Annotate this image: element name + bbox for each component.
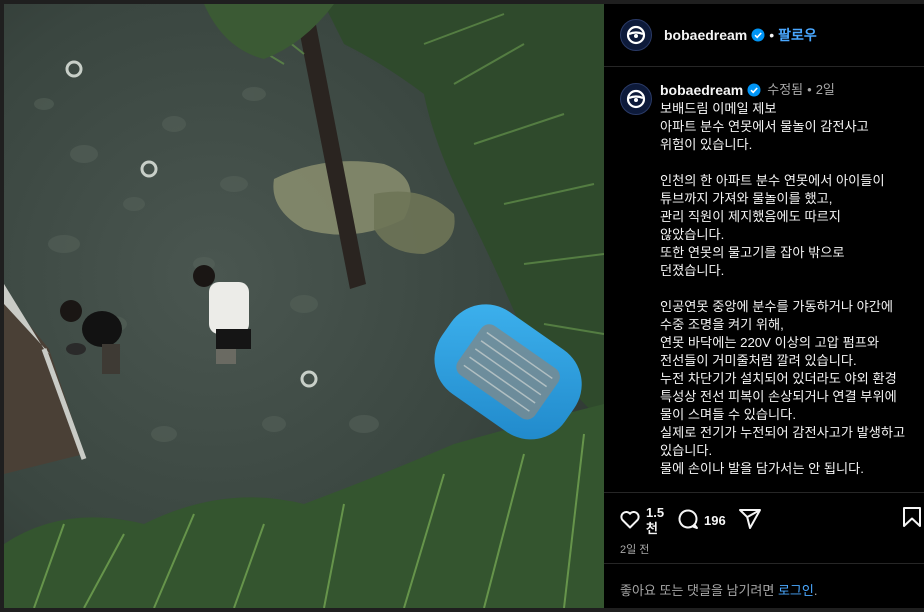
account-username[interactable]: bobaedream [664,27,747,43]
caption-dot-separator: • [807,82,812,97]
heart-icon[interactable] [618,507,642,536]
steering-wheel-logo-icon [626,25,646,45]
caption-time[interactable]: 2일 [816,81,835,99]
post-photo[interactable] [4,4,604,608]
pond-photo-illustration [4,4,604,608]
like-action: 1.5천 [618,505,664,537]
steering-wheel-logo-icon [626,89,646,109]
caption-meta: bobaedream 수정됨 • 2일 [660,81,908,99]
login-prompt-suffix: . [813,583,818,598]
instagram-post-modal: bobaedream • 팔로우 bobaedream 수정됨 • 2일 보배드… [0,0,924,612]
comment-count[interactable]: 196 [704,513,726,529]
comment-action: 196 [676,507,726,536]
actions-area: 1.5천 196 2일 전 좋아요 또는 댓글을 남기려면 로그인. [604,492,924,608]
caption-username[interactable]: bobaedream [660,81,743,99]
caption-area: bobaedream 수정됨 • 2일 보배드림 이메일 제보 아파트 분수 연… [604,67,924,492]
caption-text: 보배드림 이메일 제보 아파트 분수 연못에서 물놀이 감전사고 위험이 있습니… [660,101,906,476]
like-count[interactable]: 1.5천 [646,505,664,537]
share-action [738,507,762,536]
verified-badge-icon [751,28,765,42]
bookmark-icon[interactable] [900,505,924,534]
verified-badge-icon [747,83,761,97]
post-header: bobaedream • 팔로우 [604,4,924,67]
caption-avatar[interactable] [620,83,652,115]
post-side-panel: bobaedream • 팔로우 bobaedream 수정됨 • 2일 보배드… [604,4,924,608]
account-avatar[interactable] [620,19,652,51]
edited-label: 수정됨 [767,82,804,97]
comment-icon[interactable] [676,507,700,536]
login-link[interactable]: 로그인 [778,583,814,598]
action-row: 1.5천 196 [618,505,921,537]
follow-button[interactable]: 팔로우 [778,25,817,45]
caption-body: bobaedream 수정됨 • 2일 보배드림 이메일 제보 아파트 분수 연… [660,81,908,478]
login-prompt: 좋아요 또는 댓글을 남기려면 로그인. [604,563,924,609]
header-dot-separator: • [769,27,775,43]
login-prompt-text: 좋아요 또는 댓글을 남기려면 [620,583,778,598]
caption-row: bobaedream 수정됨 • 2일 보배드림 이메일 제보 아파트 분수 연… [620,81,908,478]
post-date[interactable]: 2일 전 [620,541,649,557]
share-icon[interactable] [738,507,762,536]
